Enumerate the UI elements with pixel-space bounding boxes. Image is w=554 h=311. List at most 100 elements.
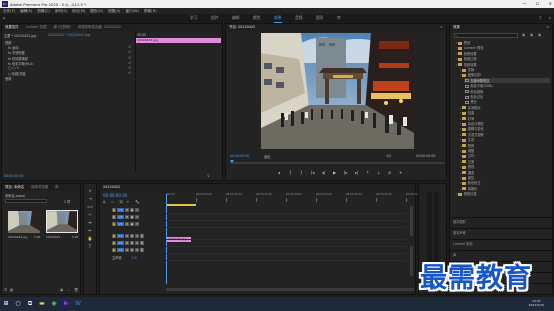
workspace-tab[interactable]: 颜色: [253, 15, 261, 21]
master-clip-selector[interactable]: 主要 * 20220422.jpg: [4, 33, 36, 38]
effects-folder[interactable]: › 调整: [460, 148, 550, 153]
razor-tool-icon[interactable]: ✂: [87, 212, 93, 218]
effects-folder[interactable]: › 过渡: [460, 159, 550, 164]
track-lane[interactable]: [166, 239, 406, 240]
reset-icon[interactable]: ↺: [128, 45, 131, 49]
transport-button[interactable]: {: [289, 170, 292, 175]
effect-row[interactable]: 音频: [5, 76, 11, 81]
project-item-2[interactable]: [46, 210, 78, 233]
file-explorer-icon[interactable]: ▬: [38, 300, 46, 308]
workspace-tab[interactable]: 编辑: [232, 15, 240, 21]
disclosure-arrow-icon[interactable]: ›: [460, 138, 461, 142]
track-lane[interactable]: [166, 227, 406, 228]
track-target-button[interactable]: V1: [117, 222, 124, 226]
project-search-input[interactable]: [5, 199, 47, 203]
track-header-video[interactable]: 🔒 V2 ⇄ ◉ ▭: [112, 215, 140, 219]
program-playhead[interactable]: [230, 160, 234, 163]
sync-lock-icon[interactable]: ⇄: [125, 215, 129, 219]
tab-media-browser[interactable]: 媒体浏览器: [31, 184, 48, 191]
track-target-button[interactable]: A1: [117, 234, 124, 238]
workspace-tab[interactable]: 学习: [190, 15, 198, 21]
track-select-tool-icon[interactable]: ⇥: [87, 196, 93, 202]
timeline-clip[interactable]: 20220422.jpg: [167, 237, 191, 242]
nest-icon[interactable]: ⧉: [103, 200, 106, 204]
effect-item[interactable]: 灰度系数校正: [464, 77, 550, 83]
close-button[interactable]: ✕: [549, 1, 552, 6]
minimize-button[interactable]: —: [522, 1, 526, 6]
transport-button[interactable]: ◂|: [322, 170, 325, 175]
disclosure-arrow-icon[interactable]: ›: [460, 111, 461, 115]
program-playhead-timecode[interactable]: 00:00:00:00: [230, 154, 249, 158]
effect-item[interactable]: 颜色替换: [464, 89, 550, 94]
tab-sequence[interactable]: 20220422: [103, 184, 120, 191]
chrome-icon[interactable]: ◉: [50, 300, 58, 308]
transport-button[interactable]: }: [300, 170, 303, 175]
effects-folder[interactable]: › 实用程序: [460, 105, 550, 110]
settings-icon[interactable]: 🔧: [135, 200, 139, 204]
video-tracks-scrollbar[interactable]: [410, 206, 413, 236]
disclosure-arrow-icon[interactable]: ›: [460, 154, 461, 158]
share-icon[interactable]: ⇪: [539, 15, 542, 20]
type-tool-icon[interactable]: T: [87, 244, 93, 250]
workspace-tab[interactable]: 组件: [211, 15, 219, 21]
add-marker-icon[interactable]: ▾: [127, 200, 129, 204]
disclosure-arrow-icon[interactable]: ›: [460, 122, 461, 126]
track-lock-icon[interactable]: 🔒: [112, 248, 116, 252]
effects-folder[interactable]: › 透视: [460, 164, 550, 169]
transport-button[interactable]: ⊡: [388, 170, 391, 175]
track-target-button[interactable]: A3: [117, 248, 124, 252]
master-volume-value[interactable]: 0.0: [132, 256, 137, 260]
disclosure-arrow-icon[interactable]: ›: [456, 46, 457, 50]
reset-icon[interactable]: ↺: [128, 50, 131, 54]
sync-lock-icon[interactable]: ⇄: [125, 248, 129, 252]
toggle-visibility-icon[interactable]: ◉: [130, 208, 134, 212]
reset-icon[interactable]: ↺: [128, 71, 131, 75]
disclosure-arrow-icon[interactable]: ›: [460, 133, 461, 137]
track-lock-icon[interactable]: 🔒: [112, 241, 116, 245]
accelerated-effects-icon[interactable]: ▣: [522, 33, 525, 37]
search-icon[interactable]: ⌕: [68, 288, 70, 292]
sync-lock-icon[interactable]: ⇄: [125, 241, 129, 245]
mute-icon[interactable]: M: [130, 241, 134, 245]
workspace-tab[interactable]: 库: [337, 15, 341, 21]
tab-effect-controls[interactable]: 效果控件: [5, 24, 19, 31]
track-lane[interactable]: [166, 253, 406, 254]
track-header-video[interactable]: 🔒 V3 ⇄ ◉ ▭: [112, 208, 140, 212]
ec-timecode[interactable]: 00:00:00:00: [4, 174, 23, 178]
linked-selection-icon[interactable]: ⛓: [119, 200, 123, 204]
effects-folder[interactable]: › 视频效果: [456, 62, 550, 67]
ripple-edit-tool-icon[interactable]: ⟺: [87, 204, 93, 210]
track-lane[interactable]: [166, 246, 406, 247]
effects-folder[interactable]: › 模糊与锐化: [460, 126, 550, 131]
effects-menu-icon[interactable]: ≡: [546, 24, 549, 31]
pen-tool-icon[interactable]: ✒: [87, 228, 93, 234]
effects-folder[interactable]: › Lumetri 预设: [456, 45, 550, 50]
disclosure-arrow-icon[interactable]: ›: [456, 192, 457, 196]
maximize-button[interactable]: ☐: [536, 1, 540, 6]
transport-button[interactable]: +: [399, 170, 402, 175]
solo-icon[interactable]: S: [135, 248, 139, 252]
timeline-timecode[interactable]: 00:00:00:00: [103, 193, 127, 198]
effect-item[interactable]: 颜色过滤: [464, 94, 550, 99]
track-lock-icon[interactable]: 🔒: [112, 208, 116, 212]
timeline-ruler[interactable]: :00:00 00:00:05:00 00:00:10:00 00:00:15:00 0…: [166, 193, 422, 205]
disclosure-arrow-icon[interactable]: ›: [460, 187, 461, 191]
trash-icon[interactable]: 🗑: [74, 288, 78, 292]
track-header-audio[interactable]: 🔒 A2 ⇄ M S 🎙: [112, 241, 145, 245]
effects-folder[interactable]: › 颜色校正: [460, 180, 550, 185]
32bit-effects-icon[interactable]: ▣: [530, 33, 533, 37]
reset-icon[interactable]: ↺: [128, 56, 131, 60]
list-view-icon[interactable]: ☰: [4, 288, 7, 292]
effects-folder[interactable]: › 风格化: [460, 186, 550, 191]
effects-folder[interactable]: › 变换: [460, 67, 550, 72]
slip-tool-icon[interactable]: ⇹: [87, 220, 93, 226]
toggle-visibility-icon[interactable]: ◉: [130, 222, 134, 226]
disclosure-arrow-icon[interactable]: ›: [456, 63, 457, 67]
effects-folder[interactable]: › 生成: [460, 137, 550, 142]
mute-icon[interactable]: M: [130, 248, 134, 252]
panel-section-header[interactable]: Lumetri 颜色: [453, 241, 473, 246]
disclosure-arrow-icon[interactable]: ›: [460, 127, 461, 131]
disclosure-arrow-icon[interactable]: ›: [460, 181, 461, 185]
snap-icon[interactable]: ∩: [111, 200, 114, 204]
disclosure-arrow-icon[interactable]: ›: [456, 41, 457, 45]
